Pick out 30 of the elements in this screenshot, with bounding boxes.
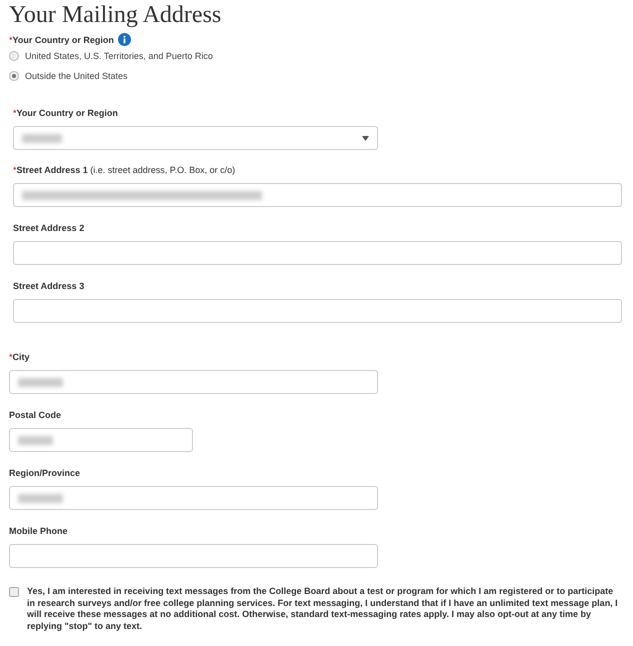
field-label: Street Address 2 [13, 223, 84, 233]
redacted-value [18, 378, 63, 386]
input-field[interactable] [9, 428, 193, 452]
consent-text: Yes, I am interested in receiving text messages from the College Board about a test or program for which I am registered or to participate in research surveys and/or free college planning services. For text messaging, I understand that if I have an unlimited text message plan, I will receive these messages at no additional cost. Otherwise, standard text-messaging rates apply. I may also opt-out at any time by replying "stop" to any text. [27, 586, 619, 633]
input-field[interactable] [13, 299, 622, 323]
radio-button[interactable] [9, 71, 19, 81]
field-label: *Your Country or Region [13, 108, 118, 118]
input-field[interactable] [13, 183, 622, 207]
field-label: *Your Country or Region [9, 34, 114, 44]
page-title: Your Mailing Address [9, 2, 222, 29]
field-label: *City [9, 352, 30, 362]
field-label: Mobile Phone [9, 526, 68, 536]
field-label: *Street Address 1 (i.e. street address, P.O. Box, or c/o) [13, 165, 236, 175]
info-icon[interactable] [118, 33, 131, 46]
input-field[interactable] [13, 241, 622, 265]
redacted-value [18, 494, 63, 502]
field-label: Street Address 3 [13, 281, 84, 291]
country-select[interactable] [13, 126, 378, 150]
redacted-value [18, 436, 53, 444]
radio-label[interactable]: United States, U.S. Territories, and Puerto Rico [25, 51, 213, 61]
redacted-value [22, 134, 62, 142]
input-field[interactable] [9, 370, 378, 394]
radio-label[interactable]: Outside the United States [25, 71, 128, 81]
radio-button[interactable] [9, 51, 19, 61]
input-field[interactable] [9, 544, 378, 568]
caret-icon [362, 136, 369, 140]
checkbox[interactable] [9, 587, 19, 597]
input-field[interactable] [9, 486, 378, 510]
field-label: Region/Province [9, 468, 80, 478]
field-label: Postal Code [9, 410, 62, 420]
